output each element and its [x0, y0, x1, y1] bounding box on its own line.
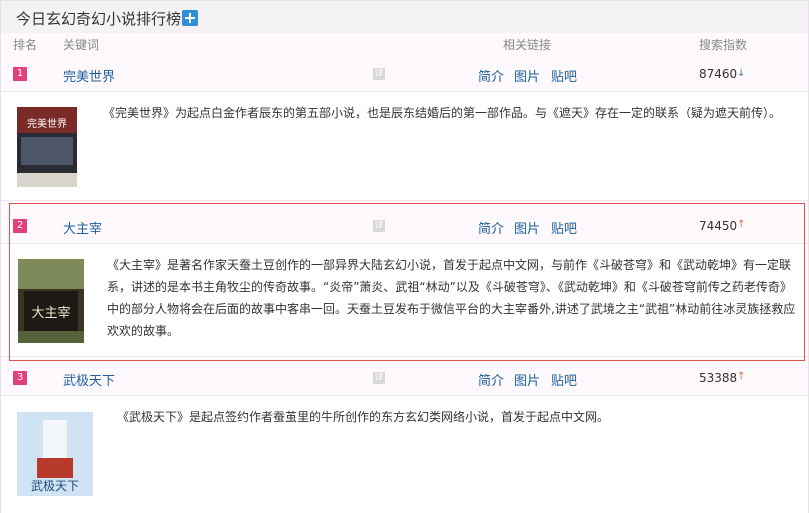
keyword-link[interactable]: 完美世界	[63, 66, 115, 85]
svg-text:武极天下: 武极天下	[31, 479, 79, 493]
book-description: 《武极天下》是起点签约作者蚕茧里的牛所创作的东方玄幻类网络小说，首发于起点中文网…	[117, 410, 610, 424]
rank-badge: 3	[13, 371, 27, 385]
book-description: 《完美世界》为起点白金作者辰东的第五部小说，也是辰东结婚后的第一部作品。与《遮天…	[103, 106, 782, 120]
svg-text:完美世界: 完美世界	[27, 117, 67, 130]
search-index: 87460	[699, 67, 738, 81]
rank-row-3: 3 武极天下 详 简介 图片 贴吧 53388 ↑	[1, 362, 808, 394]
detail-panel-3: 武极天下 《武极天下》是起点签约作者蚕茧里的牛所创作的东方玄幻类网络小说，首发于…	[1, 395, 808, 513]
link-intro[interactable]: 简介	[478, 66, 504, 85]
ranking-panel: 今日玄幻奇幻小说排行榜 排名 关键词 相关链接 搜索指数 1 完美世界 详 简介…	[0, 0, 809, 513]
trend-down-icon: ↓	[737, 68, 746, 79]
header-index: 搜索指数	[699, 38, 748, 52]
panel-header: 今日玄幻奇幻小说排行榜	[1, 1, 808, 33]
panel-title: 今日玄幻奇幻小说排行榜	[16, 10, 182, 28]
plus-icon[interactable]	[182, 10, 198, 26]
detail-panel-1: 完美世界 《完美世界》为起点白金作者辰东的第五部小说，也是辰东结婚后的第一部作品…	[1, 91, 808, 201]
header-rank: 排名	[13, 38, 38, 52]
highlight-frame	[9, 203, 805, 361]
link-images[interactable]: 图片	[514, 66, 540, 85]
detail-toggle-icon[interactable]: 详	[373, 372, 385, 384]
keyword-link[interactable]: 武极天下	[63, 370, 115, 389]
header-links: 相关链接	[503, 38, 552, 52]
detail-toggle-icon[interactable]: 详	[373, 68, 385, 80]
rank-row-1: 1 完美世界 详 简介 图片 贴吧 87460 ↓	[1, 58, 808, 90]
rank-badge: 1	[13, 67, 27, 81]
link-intro[interactable]: 简介	[478, 370, 504, 389]
search-index: 53388	[699, 371, 738, 385]
book-cover-image: 武极天下	[17, 412, 93, 496]
header-keyword: 关键词	[63, 38, 100, 52]
link-images[interactable]: 图片	[514, 370, 540, 389]
book-cover-image: 完美世界	[17, 107, 77, 187]
link-tieba[interactable]: 贴吧	[551, 370, 577, 389]
link-tieba[interactable]: 贴吧	[551, 66, 577, 85]
trend-up-icon: ↑	[737, 371, 746, 382]
